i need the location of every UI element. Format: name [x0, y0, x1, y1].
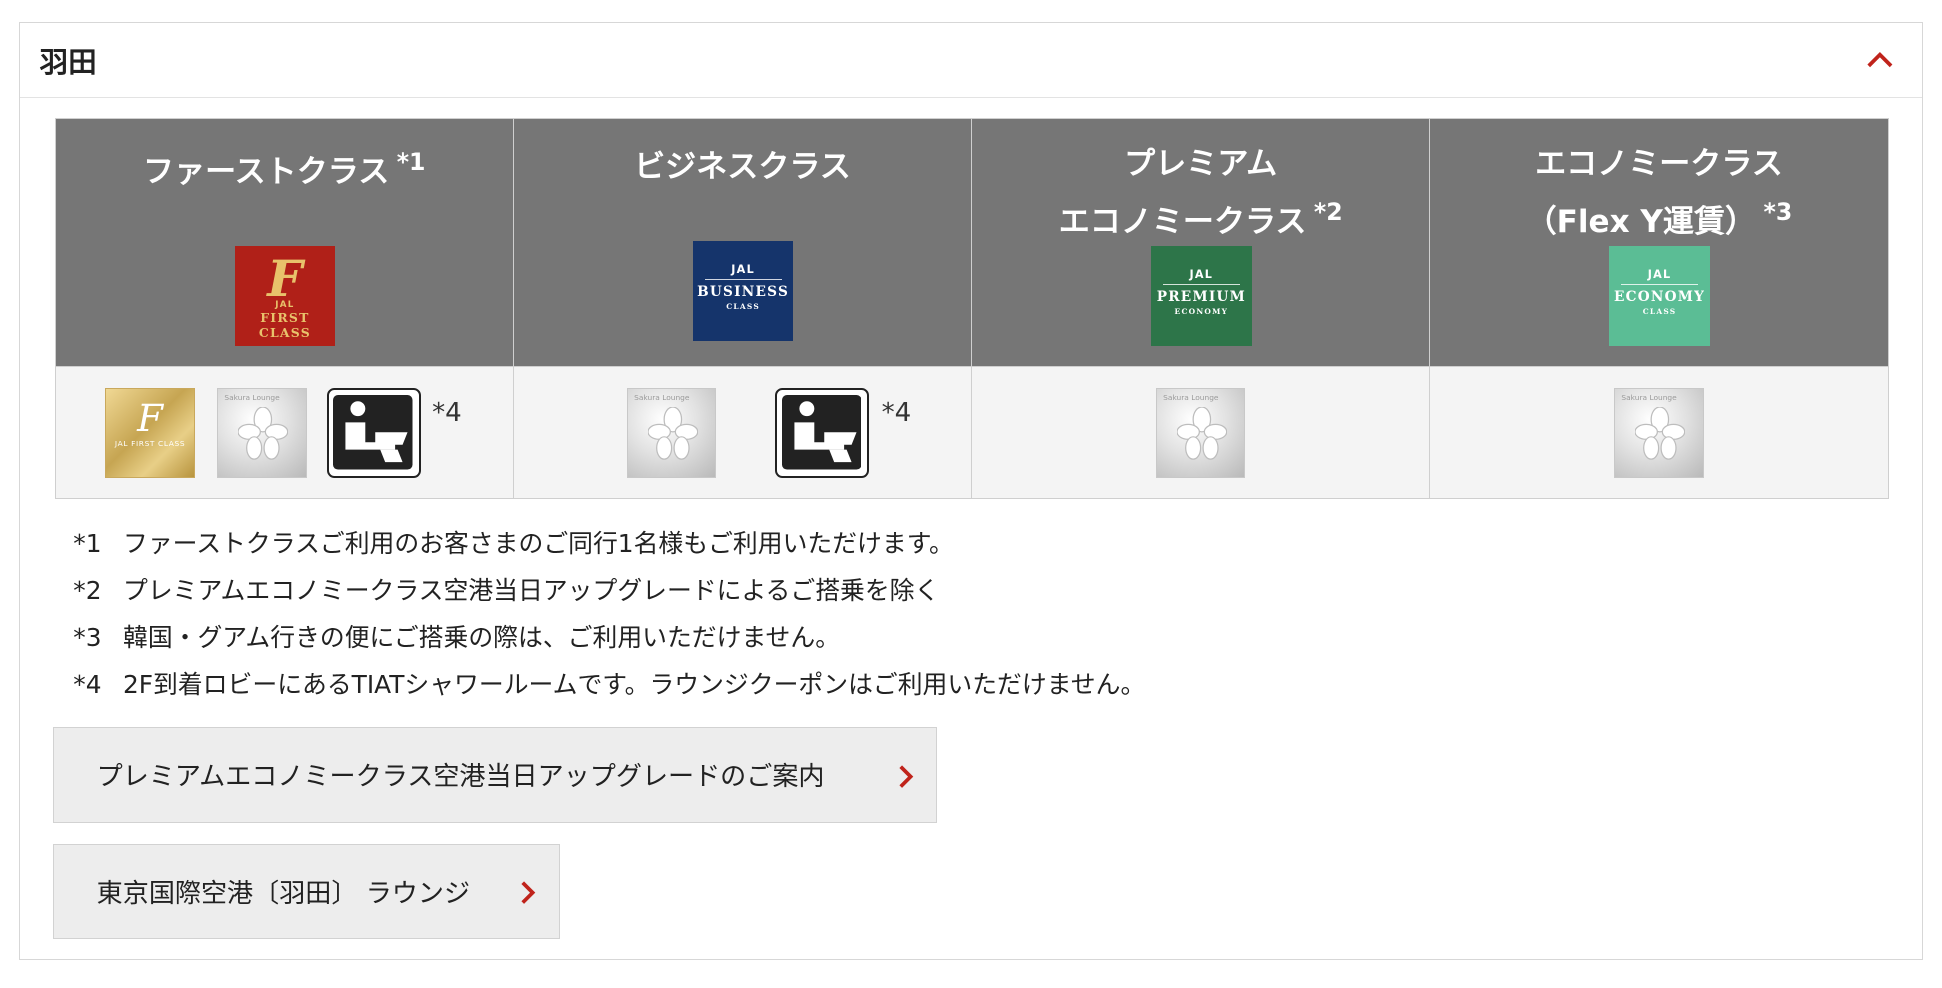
jal-economy-class-logo: JAL Economy Class: [1609, 245, 1710, 347]
first-class-lounges: F JAL FIRST CLASS Sakura Lounge *4: [54, 366, 514, 499]
link-label: プレミアムエコノミークラス空港当日アップグレードのご案内: [96, 762, 825, 793]
page: 羽田 ファーストクラス *1 F JAL First Class ビジネスクラス: [0, 0, 1942, 988]
column-title: ビジネスクラス: [634, 148, 851, 185]
column-title: エコノミークラス （Flex Y運賃） *3: [1525, 146, 1793, 240]
footnote-3: *3 韓国・グアム行きの便にご搭乗の際は、ご利用いただけません。: [73, 623, 841, 653]
footnote-mark: *2: [1313, 197, 1343, 226]
economy-flex-y-lounges: Sakura Lounge: [1429, 366, 1889, 499]
footnote-mark: *3: [1763, 197, 1793, 226]
jal-premium-economy-logo: JAL Premium Economy: [1151, 245, 1252, 347]
premium-upgrade-info-link[interactable]: プレミアムエコノミークラス空港当日アップグレードのご案内: [53, 726, 937, 823]
footnote-mark: *1: [396, 147, 426, 176]
chevron-up-icon[interactable]: [1865, 46, 1895, 76]
chevron-right-icon: [521, 881, 536, 905]
class-header-row: ファーストクラス *1 F JAL First Class ビジネスクラス JAL…: [54, 118, 1889, 368]
section-title: 羽田: [39, 44, 97, 79]
business-class-lounges: Sakura Lounge *4: [512, 366, 973, 499]
column-business-class: ビジネスクラス JAL Business Class: [512, 118, 973, 368]
column-premium-economy: プレミアム エコノミークラス *2 JAL Premium Economy: [971, 118, 1431, 368]
chevron-right-icon: [899, 765, 914, 788]
shower-room-icon: [326, 388, 421, 478]
jal-first-class-logo: F JAL First Class: [234, 245, 336, 347]
footnote-1: *1 ファーストクラスご利用のお客さまのご同行1名様もご利用いただけます。: [73, 528, 954, 558]
sakura-lounge-icon: Sakura Lounge: [1155, 388, 1246, 478]
sakura-lounge-icon: Sakura Lounge: [1614, 388, 1704, 478]
column-title: ファーストクラス *1: [143, 147, 426, 190]
footnote-4: *4 2F到着ロビーにあるTIATシャワールームです。ラウンジクーポンはご利用いた…: [73, 670, 1146, 700]
footnote-2: *2 プレミアムエコノミークラス空港当日アップグレードによるご搭乗を除く: [73, 576, 940, 606]
accordion-header[interactable]: 羽田: [19, 23, 1923, 98]
first-class-lounge-icon: F JAL FIRST CLASS: [105, 388, 195, 478]
sakura-lounge-icon: Sakura Lounge: [626, 388, 717, 478]
shower-room-icon: [774, 388, 870, 478]
footnote-4-mark: *4: [432, 398, 462, 429]
column-first-class: ファーストクラス *1 F JAL First Class: [54, 118, 514, 368]
lounge-icons-row: F JAL FIRST CLASS Sakura Lounge *4 Sakur…: [54, 366, 1889, 499]
sakura-lounge-icon: Sakura Lounge: [217, 388, 307, 478]
jal-business-class-logo: JAL Business Class: [692, 240, 794, 342]
link-label: 東京国際空港〔羽田〕 ラウンジ: [96, 878, 471, 909]
footnote-4-mark: *4: [881, 398, 912, 429]
haneda-lounge-link[interactable]: 東京国際空港〔羽田〕 ラウンジ: [53, 843, 561, 940]
footnotes: *1 ファーストクラスご利用のお客さまのご同行1名様もご利用いただけます。 *2 プ…: [73, 527, 1145, 716]
column-title: プレミアム エコノミークラス *2: [1058, 146, 1343, 240]
lounge-availability-table: ファーストクラス *1 F JAL First Class ビジネスクラス JAL…: [54, 118, 1889, 499]
column-economy-flex-y: エコノミークラス （Flex Y運賃） *3 JAL Economy Class: [1429, 118, 1889, 368]
premium-economy-lounges: Sakura Lounge: [971, 366, 1431, 499]
